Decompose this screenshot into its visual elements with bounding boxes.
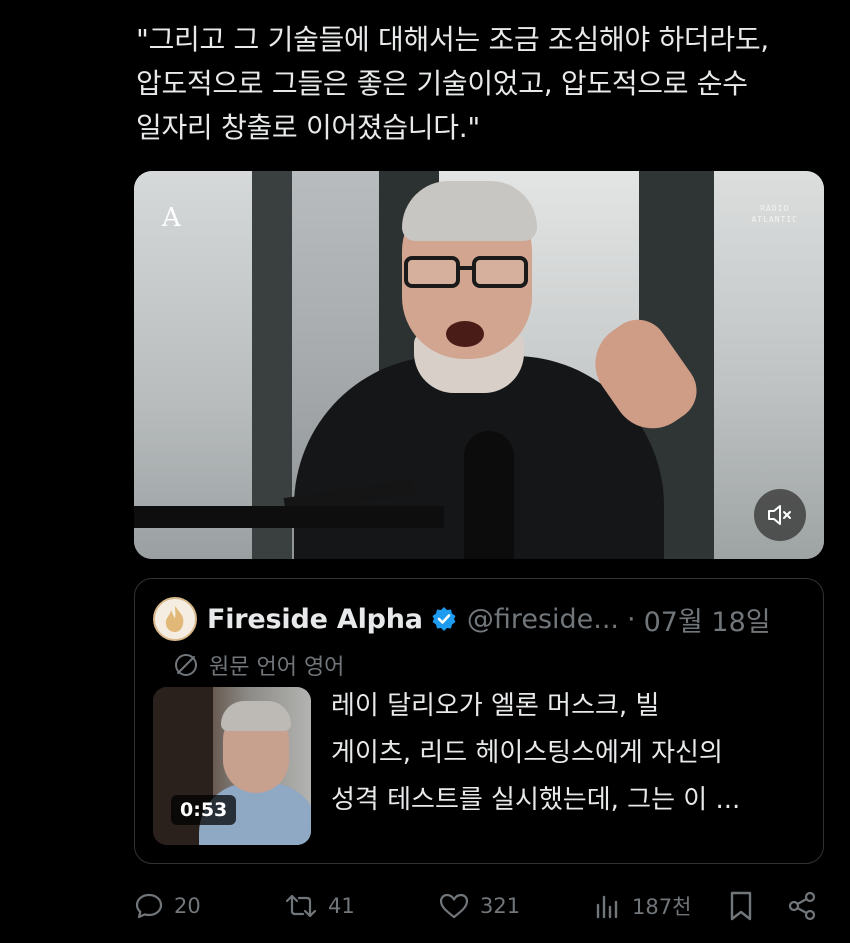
- verified-badge-icon: [431, 606, 457, 632]
- watermark-line: ATLANTIC: [751, 215, 798, 224]
- background-window: [134, 171, 254, 559]
- translation-label: 원문 언어 영어: [209, 655, 345, 680]
- views-chart-icon: [596, 895, 618, 919]
- translation-note: 원문 언어 영어: [173, 649, 344, 681]
- share-icon: [788, 891, 816, 921]
- retweet-button[interactable]: 41: [284, 884, 355, 928]
- separator-dot: ·: [627, 603, 636, 635]
- quoted-text-line: 게이츠, 리드 헤이스팅스에게 자신의: [331, 738, 723, 768]
- heart-icon: [439, 893, 469, 919]
- quoted-tweet-header: Fireside Alpha @fireside... · 07월 18일: [207, 599, 771, 639]
- views-count: 187천: [632, 895, 692, 919]
- author-handle[interactable]: @fireside...: [467, 604, 619, 635]
- bookmark-button[interactable]: [728, 884, 764, 928]
- atlantic-logo: A: [162, 203, 181, 233]
- flame-logo-icon: [165, 606, 184, 632]
- like-button[interactable]: 321: [438, 884, 520, 928]
- share-button[interactable]: [786, 884, 828, 928]
- like-count: 321: [480, 894, 521, 918]
- video-thumbnail[interactable]: 0:53: [153, 687, 311, 845]
- quoted-tweet-text: 레이 달리오가 엘론 머스크, 빌 게이츠, 리드 헤이스팅스에게 자신의 성격…: [331, 683, 811, 824]
- translate-icon: [175, 654, 197, 676]
- views-button[interactable]: 187천: [594, 884, 691, 928]
- retweet-icon: [285, 894, 317, 918]
- speaker-glasses: [404, 256, 534, 290]
- speaker-muted-icon: [768, 505, 791, 525]
- reply-count: 20: [174, 894, 201, 918]
- tweet-text-line: "그리고 그 기술들에 대해서는 조금 조심해야 하더라도,: [136, 23, 769, 56]
- quoted-tweet[interactable]: Fireside Alpha @fireside... · 07월 18일 원문…: [134, 578, 824, 864]
- mute-button[interactable]: [754, 489, 806, 541]
- mic-boom: [134, 506, 444, 528]
- author-name[interactable]: Fireside Alpha: [207, 604, 423, 635]
- microphone: [464, 431, 514, 559]
- bookmark-icon: [730, 891, 752, 921]
- tweet-text-line: 일자리 창출로 이어졌습니다.": [136, 111, 480, 144]
- watermark-line: RADIO: [760, 204, 790, 213]
- avatar[interactable]: [153, 597, 197, 641]
- quoted-text-line: 성격 테스트를 실시했는데, 그는 이 ...: [331, 785, 741, 815]
- video-player[interactable]: A RADIO ATLANTIC: [134, 171, 824, 559]
- reply-icon: [135, 893, 163, 919]
- radio-atlantic-watermark: RADIO ATLANTIC: [751, 203, 798, 225]
- retweet-count: 41: [328, 894, 355, 918]
- speaker-mouth: [446, 321, 484, 347]
- reply-button[interactable]: 20: [134, 884, 201, 928]
- tweet-text: "그리고 그 기술들에 대해서는 조금 조심해야 하더라도, 압도적으로 그들은…: [136, 18, 826, 150]
- video-duration-badge: 0:53: [171, 795, 237, 825]
- quoted-text-line: 레이 달리오가 엘론 머스크, 빌: [331, 691, 660, 721]
- tweet-date[interactable]: 07월 18일: [644, 600, 771, 639]
- tweet-text-line: 압도적으로 그들은 좋은 기술이었고, 압도적으로 순수: [136, 67, 748, 100]
- speaker-hair: [402, 181, 537, 241]
- tweet-action-bar: 20 41 321 187천: [134, 884, 824, 928]
